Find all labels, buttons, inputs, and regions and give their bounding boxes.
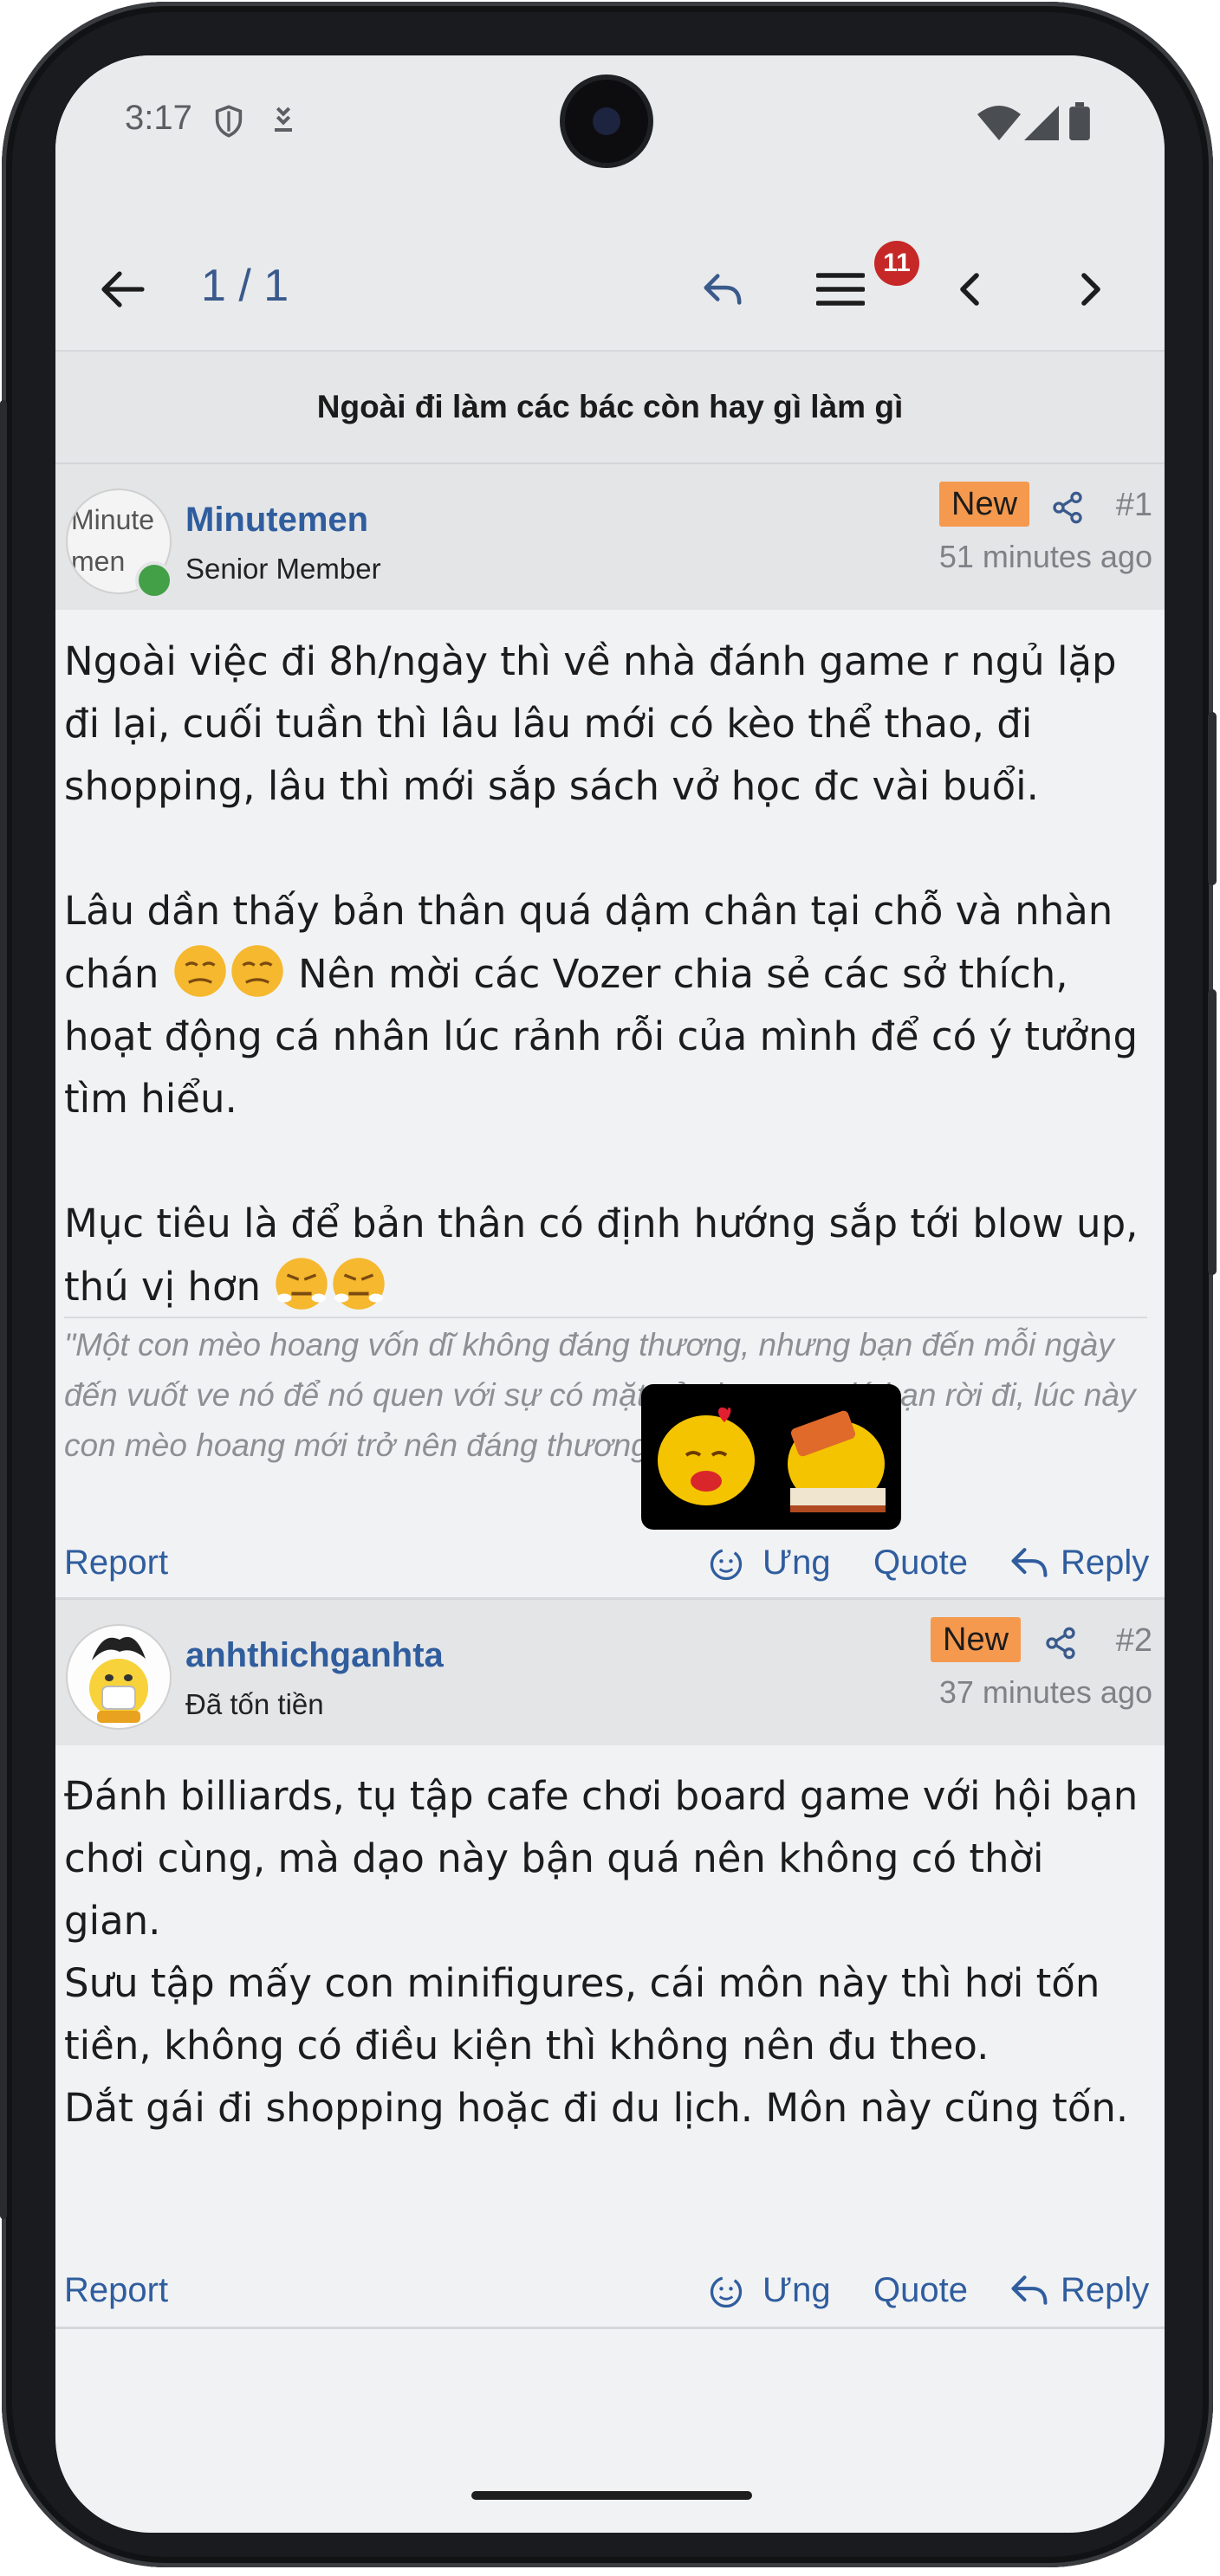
thread-title: Ngoài đi làm các bác còn hay gì làm gì bbox=[55, 352, 1165, 464]
download-icon bbox=[269, 104, 298, 142]
post-paragraph: Lâu dần thấy bản thân quá dậm chân tại c… bbox=[64, 880, 1147, 1130]
page-indicator[interactable]: 1 / 1 bbox=[201, 260, 289, 312]
side-button bbox=[1208, 989, 1217, 1275]
username[interactable]: Minutemen bbox=[185, 501, 368, 540]
signature-divider bbox=[64, 1317, 1147, 1318]
side-button bbox=[1208, 712, 1217, 885]
side-button bbox=[0, 400, 7, 2219]
post-actions: Report Ưng Quote Reply bbox=[55, 2264, 1165, 2325]
arrow-left-icon[interactable] bbox=[95, 262, 151, 317]
triumph-face-emoji-icon bbox=[330, 1255, 387, 1312]
react-emoji-icon[interactable] bbox=[707, 2273, 745, 2320]
signature-sticker bbox=[641, 1384, 901, 1530]
new-badge: New bbox=[931, 1617, 1022, 1662]
post-paragraph: Sưu tập mấy con minifigures, cái môn này… bbox=[64, 1960, 1100, 2068]
post-number[interactable]: #2 bbox=[1116, 1622, 1152, 1660]
tired-face-emoji-icon bbox=[172, 942, 229, 1000]
username[interactable]: anhthichganhta bbox=[185, 1636, 444, 1675]
battery-icon bbox=[1069, 102, 1090, 144]
post-paragraph: Đánh billiards, tụ tập cafe chơi board g… bbox=[64, 1773, 1139, 1944]
post-paragraph: Mục tiêu là để bản thân có định hướng sắ… bbox=[64, 1193, 1147, 1318]
tired-face-emoji-icon bbox=[229, 942, 286, 1000]
phone-frame: 3:17 1 / 1 11 Ngoài đi làm các bác còn h… bbox=[0, 2, 1217, 2567]
chevron-right-icon[interactable] bbox=[1064, 262, 1119, 317]
user-title: Đã tốn tiền bbox=[185, 1688, 324, 1720]
wifi-icon bbox=[977, 106, 1021, 144]
post-number[interactable]: #1 bbox=[1116, 487, 1152, 524]
react-emoji-icon[interactable] bbox=[707, 1545, 745, 1592]
new-badge: New bbox=[939, 482, 1030, 527]
user-title: Senior Member bbox=[185, 553, 381, 585]
triumph-face-emoji-icon bbox=[273, 1255, 330, 1312]
hamburger-menu-icon[interactable] bbox=[813, 262, 868, 317]
status-bar: 3:17 bbox=[55, 55, 1165, 229]
report-link[interactable]: Report bbox=[64, 1544, 168, 1582]
post-time: 37 minutes ago bbox=[938, 1674, 1152, 1710]
post-paragraph: Dắt gái đi shopping hoặc đi du lịch. Môn… bbox=[64, 2085, 1129, 2131]
app-bar: 1 / 1 11 bbox=[55, 229, 1165, 352]
post-body: Ngoài việc đi 8h/ngày thì về nhà đánh ga… bbox=[64, 631, 1147, 1318]
notification-badge: 11 bbox=[874, 241, 919, 286]
post-body: Đánh billiards, tụ tập cafe chơi board g… bbox=[64, 1765, 1147, 2139]
shield-icon bbox=[211, 104, 246, 142]
quote-button[interactable]: Quote bbox=[873, 2271, 968, 2310]
post-divider bbox=[55, 2327, 1165, 2329]
share-icon[interactable] bbox=[1050, 490, 1085, 528]
post-text: Mục tiêu là để bản thân có định hướng sắ… bbox=[64, 1201, 1139, 1310]
share-icon[interactable] bbox=[1043, 1626, 1078, 1664]
online-indicator bbox=[135, 561, 173, 599]
status-time: 3:17 bbox=[125, 99, 192, 137]
reply-icon[interactable] bbox=[1009, 1544, 1050, 1590]
avatar[interactable] bbox=[66, 1624, 172, 1730]
chevron-left-icon[interactable] bbox=[941, 262, 996, 317]
signature: "Một con mèo hoang vốn dĩ không đáng thư… bbox=[64, 1327, 1136, 1463]
screen: 3:17 1 / 1 11 Ngoài đi làm các bác còn h… bbox=[55, 55, 1165, 2533]
reply-icon[interactable] bbox=[695, 262, 750, 317]
reply-icon[interactable] bbox=[1009, 2271, 1050, 2318]
post-header: anhthichganhta Đã tốn tiền New #2 37 min… bbox=[55, 1600, 1165, 1745]
post-time: 51 minutes ago bbox=[938, 539, 1152, 574]
front-camera bbox=[565, 80, 648, 163]
react-button[interactable]: Ưng bbox=[762, 2271, 831, 2310]
reply-button[interactable]: Reply bbox=[1061, 1544, 1149, 1582]
react-button[interactable]: Ưng bbox=[762, 1544, 831, 1582]
report-link[interactable]: Report bbox=[64, 2271, 168, 2310]
post-actions: Report Ưng Quote Reply bbox=[55, 1537, 1165, 1597]
quote-button[interactable]: Quote bbox=[873, 1544, 968, 1582]
reply-button[interactable]: Reply bbox=[1061, 2271, 1149, 2310]
home-indicator[interactable] bbox=[471, 2491, 752, 2500]
post-paragraph: Ngoài việc đi 8h/ngày thì về nhà đánh ga… bbox=[64, 638, 1117, 809]
signal-icon bbox=[1024, 106, 1059, 144]
post-header: Minutemen Minutemen Senior Member New #1… bbox=[55, 464, 1165, 610]
